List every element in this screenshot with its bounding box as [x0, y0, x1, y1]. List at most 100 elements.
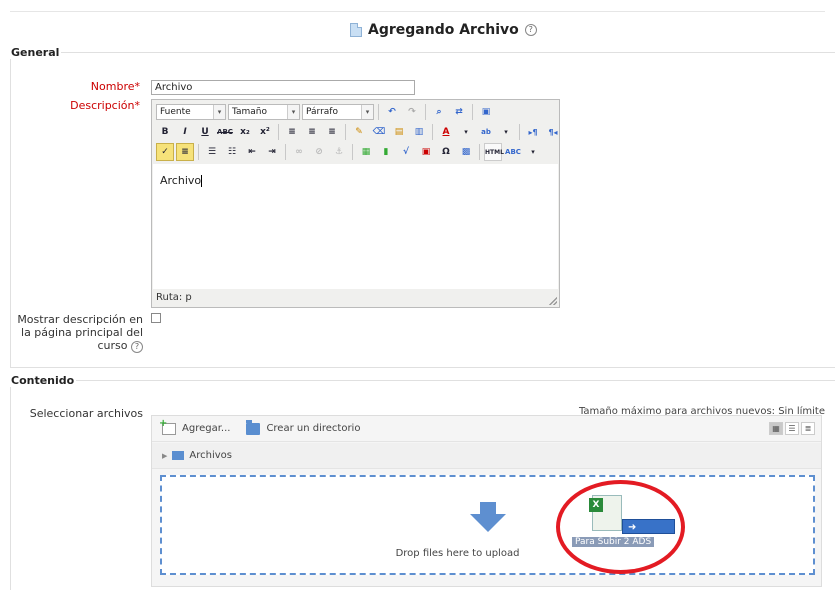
replace-icon[interactable]: ⇄ — [450, 103, 468, 121]
superscript-icon[interactable]: x² — [256, 123, 274, 141]
equation-icon[interactable]: √ — [397, 143, 415, 161]
highlight-circle — [556, 480, 685, 574]
image-icon[interactable]: ▦ — [357, 143, 375, 161]
create-directory-button[interactable]: Crear un directorio — [266, 423, 360, 434]
page-title: Agregando Archivo — [368, 22, 519, 38]
select-files-label: Seleccionar archivos — [29, 407, 143, 420]
general-legend[interactable]: General — [9, 46, 61, 59]
path-folder-label[interactable]: Archivos — [189, 450, 232, 461]
chevron-right-icon[interactable]: ▶ — [162, 452, 167, 460]
page-header: Agregando Archivo ? — [350, 22, 537, 38]
subscript-icon[interactable]: x₂ — [236, 123, 254, 141]
spellcheck-icon[interactable]: ABC — [504, 143, 522, 161]
toolbar-separator — [278, 124, 279, 140]
description-label: Descripción* — [40, 99, 140, 112]
show-description-line-3-text: curso — [97, 339, 128, 352]
chevron-down-icon: ▾ — [287, 105, 299, 119]
chemistry-icon[interactable]: ▣ — [417, 143, 435, 161]
numbered-list-icon[interactable]: ☷ — [223, 143, 241, 161]
outdent-icon[interactable]: ⇤ — [243, 143, 261, 161]
drop-zone-text: Drop files here to upload — [395, 548, 520, 559]
required-star: * — [134, 99, 141, 112]
media-icon[interactable]: ▮ — [377, 143, 395, 161]
italic-icon[interactable]: I — [176, 123, 194, 141]
file-icon — [350, 23, 362, 37]
rtl-icon[interactable]: ¶◂ — [544, 123, 562, 141]
show-description-checkbox[interactable] — [151, 313, 161, 323]
add-file-button[interactable]: Agregar... — [182, 423, 230, 434]
find-icon[interactable]: ⌕ — [430, 103, 448, 121]
special-char-icon[interactable]: Ω — [437, 143, 455, 161]
underline-icon[interactable]: U — [196, 123, 214, 141]
new-folder-icon[interactable] — [246, 419, 261, 435]
show-description-line-2: la página principal del — [21, 326, 143, 339]
font-select[interactable]: Fuente ▾ — [156, 104, 226, 120]
table-icon[interactable]: ▩ — [457, 143, 475, 161]
toolbar-separator — [378, 104, 379, 120]
view-switcher: ▦ ☰ ≣ — [769, 422, 815, 435]
name-input[interactable] — [151, 80, 415, 95]
strikethrough-icon[interactable]: ABC — [216, 123, 234, 141]
indent-icon[interactable]: ⇥ — [263, 143, 281, 161]
html-source-icon[interactable]: HTML — [484, 143, 504, 161]
font-select-label: Fuente — [160, 107, 191, 117]
toolbar-separator — [345, 124, 346, 140]
help-icon[interactable]: ? — [131, 341, 143, 353]
bold-icon[interactable]: B — [156, 123, 174, 141]
paste-word-icon[interactable]: ▥ — [410, 123, 428, 141]
icon-view-icon[interactable]: ▦ — [769, 422, 783, 435]
list-view-icon[interactable]: ☰ — [785, 422, 799, 435]
editor-toolbar-row-1: Fuente ▾ Tamaño ▾ Párrafo ▾ ↶ ↷ ⌕ ⇄ ▣ — [156, 102, 495, 122]
show-description-line-1: Mostrar descripción en — [17, 313, 143, 326]
text-caret — [201, 175, 203, 187]
show-description-line-3: curso ? — [10, 339, 143, 353]
required-star: * — [134, 80, 141, 93]
spellcheck-toggle-icon[interactable]: ✓ — [156, 143, 174, 161]
add-file-icon[interactable] — [159, 418, 176, 435]
chevron-down-icon[interactable]: ▾ — [497, 123, 515, 141]
help-icon[interactable]: ? — [524, 24, 537, 36]
tree-view-icon[interactable]: ≣ — [801, 422, 815, 435]
eraser-icon[interactable]: ⌫ — [370, 123, 388, 141]
unlink-icon[interactable]: ⊘ — [310, 143, 328, 161]
size-select-label: Tamaño — [232, 107, 268, 117]
cleanup-icon[interactable]: ✎ — [350, 123, 368, 141]
file-manager-path: ▶ Archivos — [152, 443, 821, 469]
ltr-icon[interactable]: ▸¶ — [524, 123, 542, 141]
size-select[interactable]: Tamaño ▾ — [228, 104, 300, 120]
redo-icon[interactable]: ↷ — [403, 103, 421, 121]
toolbar-separator — [285, 144, 286, 160]
chevron-down-icon: ▾ — [361, 105, 373, 119]
arrow-down-icon — [470, 502, 506, 532]
toolbar-separator — [519, 124, 520, 140]
align-right-icon[interactable]: ≡ — [323, 123, 341, 141]
chevron-down-icon[interactable]: ▾ — [524, 143, 542, 161]
editor-toolbar-row-2: B I U ABC x₂ x² ≡ ≡ ≡ ✎ ⌫ ▤ ▥ A ▾ ab ▾ ▸… — [156, 122, 562, 142]
text-color-icon[interactable]: A — [437, 123, 455, 141]
fullscreen-icon[interactable]: ▣ — [477, 103, 495, 121]
paragraph-select[interactable]: Párrafo ▾ — [302, 104, 374, 120]
drop-zone[interactable]: Drop files here to upload — [160, 475, 815, 575]
anchor-icon[interactable]: ⚓ — [330, 143, 348, 161]
resize-grip[interactable] — [549, 297, 557, 305]
file-manager-toolbar: Agregar... Crear un directorio ▦ ☰ ≣ — [152, 416, 821, 442]
align-left-icon[interactable]: ≡ — [283, 123, 301, 141]
undo-icon[interactable]: ↶ — [383, 103, 401, 121]
editor-content-area[interactable]: Archivo — [153, 164, 558, 289]
background-color-icon[interactable]: ab — [477, 123, 495, 141]
toolbar-separator — [432, 124, 433, 140]
block-toggle-icon[interactable]: ≡ — [176, 143, 194, 161]
bullet-list-icon[interactable]: ☰ — [203, 143, 221, 161]
toolbar-separator — [479, 144, 480, 160]
name-label-text: Nombre — [90, 80, 135, 93]
file-manager: Agregar... Crear un directorio ▦ ☰ ≣ ▶ A… — [151, 415, 822, 587]
chevron-down-icon: ▾ — [213, 105, 225, 119]
paragraph-select-label: Párrafo — [306, 107, 338, 117]
name-label: Nombre* — [60, 80, 140, 93]
editor-path-status: Ruta: p — [156, 292, 192, 303]
paste-text-icon[interactable]: ▤ — [390, 123, 408, 141]
align-center-icon[interactable]: ≡ — [303, 123, 321, 141]
chevron-down-icon[interactable]: ▾ — [457, 123, 475, 141]
link-icon[interactable]: ∞ — [290, 143, 308, 161]
content-legend[interactable]: Contenido — [9, 374, 76, 387]
